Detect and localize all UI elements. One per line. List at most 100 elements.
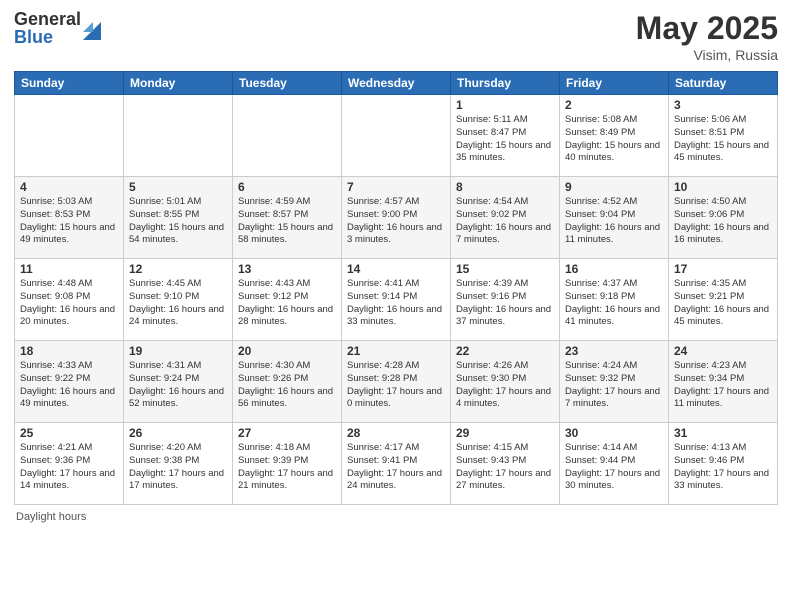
logo-blue: Blue (14, 28, 81, 46)
day-number: 7 (347, 180, 445, 194)
calendar-cell: 19 Sunrise: 4:31 AM Sunset: 9:24 PM Dayli… (124, 341, 233, 423)
day-number: 29 (456, 426, 554, 440)
page: General Blue May 2025 Visim, Russia Sund… (0, 0, 792, 612)
day-info: Sunrise: 4:30 AM Sunset: 9:26 PM Dayligh… (238, 360, 336, 411)
col-wednesday: Wednesday (342, 72, 451, 95)
calendar-cell: 5 Sunrise: 5:01 AM Sunset: 8:55 PM Daylig… (124, 177, 233, 259)
col-thursday: Thursday (451, 72, 560, 95)
day-info: Sunrise: 4:35 AM Sunset: 9:21 PM Dayligh… (674, 278, 772, 329)
calendar-cell (233, 95, 342, 177)
day-info: Sunrise: 4:41 AM Sunset: 9:14 PM Dayligh… (347, 278, 445, 329)
calendar-week-2: 4 Sunrise: 5:03 AM Sunset: 8:53 PM Daylig… (15, 177, 778, 259)
day-info: Sunrise: 5:08 AM Sunset: 8:49 PM Dayligh… (565, 114, 663, 165)
calendar-cell: 14 Sunrise: 4:41 AM Sunset: 9:14 PM Dayli… (342, 259, 451, 341)
day-info: Sunrise: 5:01 AM Sunset: 8:55 PM Dayligh… (129, 196, 227, 247)
calendar-cell: 30 Sunrise: 4:14 AM Sunset: 9:44 PM Dayli… (560, 423, 669, 505)
calendar-cell: 21 Sunrise: 4:28 AM Sunset: 9:28 PM Dayli… (342, 341, 451, 423)
logo-text: General Blue (14, 10, 81, 46)
day-number: 24 (674, 344, 772, 358)
day-info: Sunrise: 4:28 AM Sunset: 9:28 PM Dayligh… (347, 360, 445, 411)
calendar-cell: 22Sunrise: 4:26 AM Sunset: 9:30 PM Dayli… (451, 341, 560, 423)
day-info: Sunrise: 4:48 AM Sunset: 9:08 PM Dayligh… (20, 278, 118, 329)
calendar-cell: 28 Sunrise: 4:17 AM Sunset: 9:41 PM Dayli… (342, 423, 451, 505)
day-number: 6 (238, 180, 336, 194)
title-month: May 2025 (636, 10, 778, 47)
day-info: Sunrise: 4:17 AM Sunset: 9:41 PM Dayligh… (347, 442, 445, 493)
day-info: Sunrise: 4:45 AM Sunset: 9:10 PM Dayligh… (129, 278, 227, 329)
day-number: 8 (456, 180, 554, 194)
col-tuesday: Tuesday (233, 72, 342, 95)
title-block: May 2025 Visim, Russia (636, 10, 778, 63)
day-number: 18 (20, 344, 118, 358)
day-info: Sunrise: 4:14 AM Sunset: 9:44 PM Dayligh… (565, 442, 663, 493)
calendar-cell: 25Sunrise: 4:21 AM Sunset: 9:36 PM Dayli… (15, 423, 124, 505)
calendar-cell (124, 95, 233, 177)
calendar-week-5: 25Sunrise: 4:21 AM Sunset: 9:36 PM Dayli… (15, 423, 778, 505)
calendar-cell: 1 Sunrise: 5:11 AM Sunset: 8:47 PM Daylig… (451, 95, 560, 177)
daylight-label: Daylight hours (16, 511, 86, 523)
day-info: Sunrise: 5:03 AM Sunset: 8:53 PM Dayligh… (20, 196, 118, 247)
day-number: 2 (565, 98, 663, 112)
calendar-week-4: 18 Sunrise: 4:33 AM Sunset: 9:22 PM Dayli… (15, 341, 778, 423)
calendar-cell: 16Sunrise: 4:37 AM Sunset: 9:18 PM Dayli… (560, 259, 669, 341)
calendar-cell: 29 Sunrise: 4:15 AM Sunset: 9:43 PM Dayli… (451, 423, 560, 505)
calendar-cell: 10Sunrise: 4:50 AM Sunset: 9:06 PM Dayli… (669, 177, 778, 259)
calendar-cell: 26Sunrise: 4:20 AM Sunset: 9:38 PM Dayli… (124, 423, 233, 505)
day-number: 5 (129, 180, 227, 194)
day-number: 30 (565, 426, 663, 440)
calendar-cell: 13Sunrise: 4:43 AM Sunset: 9:12 PM Dayli… (233, 259, 342, 341)
footer: Daylight hours (14, 511, 778, 523)
day-info: Sunrise: 4:23 AM Sunset: 9:34 PM Dayligh… (674, 360, 772, 411)
header: General Blue May 2025 Visim, Russia (14, 10, 778, 63)
title-location: Visim, Russia (636, 47, 778, 63)
day-info: Sunrise: 4:20 AM Sunset: 9:38 PM Dayligh… (129, 442, 227, 493)
day-info: Sunrise: 4:24 AM Sunset: 9:32 PM Dayligh… (565, 360, 663, 411)
calendar-cell: 23 Sunrise: 4:24 AM Sunset: 9:32 PM Dayli… (560, 341, 669, 423)
day-number: 20 (238, 344, 336, 358)
day-number: 14 (347, 262, 445, 276)
calendar-cell: 31 Sunrise: 4:13 AM Sunset: 9:46 PM Dayli… (669, 423, 778, 505)
day-number: 9 (565, 180, 663, 194)
calendar-cell: 2 Sunrise: 5:08 AM Sunset: 8:49 PM Daylig… (560, 95, 669, 177)
day-number: 10 (674, 180, 772, 194)
day-info: Sunrise: 5:06 AM Sunset: 8:51 PM Dayligh… (674, 114, 772, 165)
day-info: Sunrise: 4:39 AM Sunset: 9:16 PM Dayligh… (456, 278, 554, 329)
day-info: Sunrise: 5:11 AM Sunset: 8:47 PM Dayligh… (456, 114, 554, 165)
col-friday: Friday (560, 72, 669, 95)
col-saturday: Saturday (669, 72, 778, 95)
day-info: Sunrise: 4:59 AM Sunset: 8:57 PM Dayligh… (238, 196, 336, 247)
day-info: Sunrise: 4:15 AM Sunset: 9:43 PM Dayligh… (456, 442, 554, 493)
calendar-cell: 17Sunrise: 4:35 AM Sunset: 9:21 PM Dayli… (669, 259, 778, 341)
day-info: Sunrise: 4:21 AM Sunset: 9:36 PM Dayligh… (20, 442, 118, 493)
calendar-cell: 8Sunrise: 4:54 AM Sunset: 9:02 PM Daylig… (451, 177, 560, 259)
day-number: 23 (565, 344, 663, 358)
calendar-cell: 9 Sunrise: 4:52 AM Sunset: 9:04 PM Daylig… (560, 177, 669, 259)
calendar-week-3: 11Sunrise: 4:48 AM Sunset: 9:08 PM Dayli… (15, 259, 778, 341)
calendar-header-row: Sunday Monday Tuesday Wednesday Thursday… (15, 72, 778, 95)
day-number: 31 (674, 426, 772, 440)
day-info: Sunrise: 4:33 AM Sunset: 9:22 PM Dayligh… (20, 360, 118, 411)
calendar-cell: 12Sunrise: 4:45 AM Sunset: 9:10 PM Dayli… (124, 259, 233, 341)
day-number: 1 (456, 98, 554, 112)
calendar-cell (342, 95, 451, 177)
day-number: 28 (347, 426, 445, 440)
col-monday: Monday (124, 72, 233, 95)
calendar-cell: 7Sunrise: 4:57 AM Sunset: 9:00 PM Daylig… (342, 177, 451, 259)
day-number: 4 (20, 180, 118, 194)
day-number: 21 (347, 344, 445, 358)
calendar-cell: 27 Sunrise: 4:18 AM Sunset: 9:39 PM Dayli… (233, 423, 342, 505)
day-number: 13 (238, 262, 336, 276)
day-info: Sunrise: 4:18 AM Sunset: 9:39 PM Dayligh… (238, 442, 336, 493)
day-info: Sunrise: 4:37 AM Sunset: 9:18 PM Dayligh… (565, 278, 663, 329)
day-number: 3 (674, 98, 772, 112)
day-info: Sunrise: 4:52 AM Sunset: 9:04 PM Dayligh… (565, 196, 663, 247)
calendar-cell: 3 Sunrise: 5:06 AM Sunset: 8:51 PM Daylig… (669, 95, 778, 177)
calendar-cell (15, 95, 124, 177)
day-number: 27 (238, 426, 336, 440)
day-number: 19 (129, 344, 227, 358)
calendar-cell: 20 Sunrise: 4:30 AM Sunset: 9:26 PM Dayli… (233, 341, 342, 423)
calendar-table: Sunday Monday Tuesday Wednesday Thursday… (14, 71, 778, 505)
day-info: Sunrise: 4:31 AM Sunset: 9:24 PM Dayligh… (129, 360, 227, 411)
calendar-cell: 24 Sunrise: 4:23 AM Sunset: 9:34 PM Dayli… (669, 341, 778, 423)
day-info: Sunrise: 4:13 AM Sunset: 9:46 PM Dayligh… (674, 442, 772, 493)
